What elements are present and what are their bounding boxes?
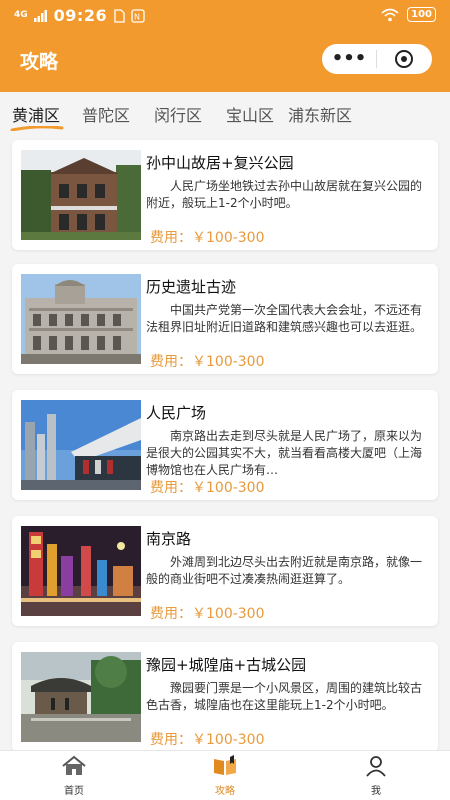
card-description: 南京路出去走到尽头就是人民广场了，原来以为是很大的公园其实不大，就当看看高楼大厦… [146, 429, 423, 477]
list-item[interactable]: 人民广场 南京路出去走到尽头就是人民广场了，原来以为是很大的公园其实不大，就当看… [12, 390, 438, 500]
card-title: 孙中山故居+复兴公园 [146, 154, 294, 172]
list-item[interactable]: 豫园+城隍庙+古城公园 豫园要门票是一个小风景区，周围的建筑比较古色古香，城隍庙… [12, 642, 438, 752]
card-description: 豫园要门票是一个小风景区，周围的建筑比较古色古香，城隍庙也在这里能玩上1-2个小… [146, 681, 423, 712]
bottom-nav-home[interactable]: 首页 [24, 755, 124, 797]
tab-pudong[interactable]: 浦东新区 [288, 102, 352, 126]
status-bar: 4G 09:26 N 100 [0, 0, 450, 30]
list-item[interactable]: 孙中山故居+复兴公园 人民广场坐地铁过去孙中山故居就在复兴公园的附近，般玩上1-… [12, 140, 438, 250]
card-price: 费用：￥100-300 [150, 230, 265, 246]
status-time: 09:26 [53, 6, 108, 25]
card-title: 人民广场 [146, 404, 207, 422]
signal-label: 4G [14, 10, 28, 20]
card-thumbnail [21, 526, 141, 616]
sim-icon [114, 8, 125, 23]
card-price: 费用：￥100-300 [150, 606, 265, 622]
battery-indicator: 100 [407, 7, 436, 22]
tab-putuo[interactable]: 普陀区 [82, 102, 130, 126]
home-icon [62, 755, 86, 775]
card-thumbnail [21, 400, 141, 490]
card-thumbnail [21, 274, 141, 364]
user-icon [366, 756, 386, 777]
book-icon [214, 755, 236, 775]
card-price: 费用：￥100-300 [150, 354, 265, 370]
mini-program-capsule: ••• [322, 44, 432, 74]
list-item[interactable]: 历史遗址古迹 中国共产党第一次全国代表大会会址，不远还有法租界旧址附近旧道路和建… [12, 264, 438, 374]
card-thumbnail [21, 150, 141, 240]
card-title: 历史遗址古迹 [146, 278, 237, 296]
card-title: 豫园+城隍庙+古城公园 [146, 656, 307, 674]
district-tabs: 黄浦区 普陀区 闵行区 宝山区 浦东新区 [0, 92, 450, 136]
more-dots-icon[interactable]: ••• [322, 49, 376, 69]
list-item[interactable]: 南京路 外滩周到北边尽头出去附近就是南京路，就像一般的商业街吧不过凑凑热闹逛逛算… [12, 516, 438, 626]
card-description: 外滩周到北边尽头出去附近就是南京路，就像一般的商业街吧不过凑凑热闹逛逛算了。 [146, 555, 423, 586]
bottom-nav-label: 我 [371, 786, 381, 797]
tab-minhang[interactable]: 闵行区 [154, 102, 202, 126]
active-tab-indicator [10, 126, 64, 131]
bottom-nav-label: 攻略 [215, 786, 235, 797]
card-price: 费用：￥100-300 [150, 732, 265, 748]
card-description: 人民广场坐地铁过去孙中山故居就在复兴公园的附近，般玩上1-2个小时吧。 [146, 179, 423, 210]
bottom-nav-label: 首页 [64, 786, 84, 797]
cellular-signal-icon [33, 9, 47, 22]
bottom-nav-guide[interactable]: 攻略 [175, 755, 275, 797]
tab-huangpu[interactable]: 黄浦区 [12, 102, 60, 126]
card-thumbnail [21, 652, 141, 742]
page-title: 攻略 [20, 51, 59, 73]
card-title: 南京路 [146, 530, 192, 548]
card-price: 费用：￥100-300 [150, 480, 265, 496]
wifi-icon [381, 8, 399, 21]
nfc-icon: N [131, 8, 145, 23]
tab-baoshan[interactable]: 宝山区 [226, 102, 274, 126]
card-description: 中国共产党第一次全国代表大会会址，不远还有法租界旧址附近旧道路和建筑感兴趣也可以… [146, 303, 423, 334]
bottom-nav-me[interactable]: 我 [326, 755, 426, 797]
close-circle-icon[interactable] [377, 49, 431, 69]
svg-text:N: N [134, 12, 140, 21]
bottom-nav: 首页 攻略 我 [0, 750, 450, 800]
